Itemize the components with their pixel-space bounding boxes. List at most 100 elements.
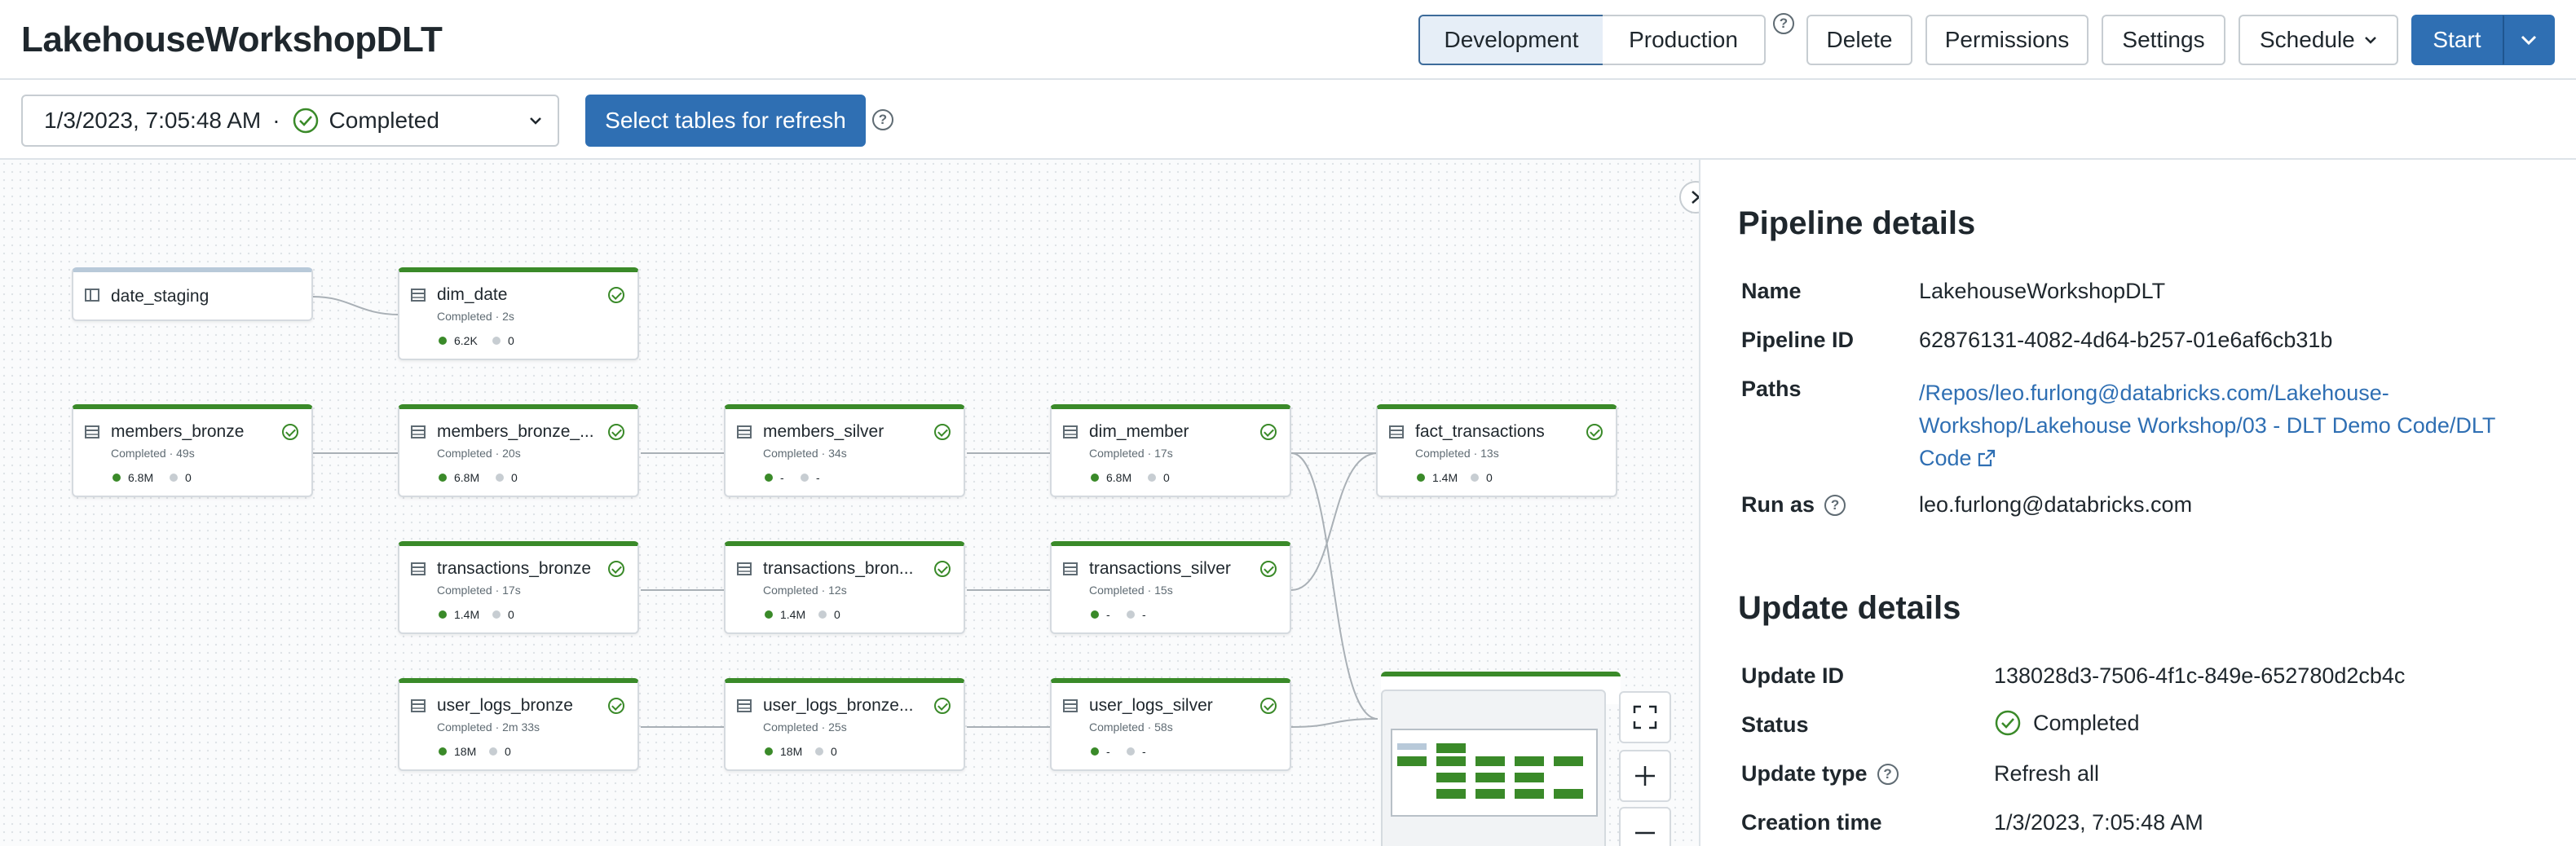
start-options-dropdown[interactable]: [2503, 15, 2555, 65]
minimap-node: [1475, 789, 1505, 799]
check-icon: [1586, 424, 1603, 440]
table-icon: [411, 699, 426, 712]
node-upserted: -: [1091, 745, 1110, 758]
dot-icon: [1091, 610, 1099, 619]
metric-value: -: [1142, 608, 1146, 621]
status-value: Completed: [2033, 710, 2140, 735]
check-icon: [1260, 561, 1277, 577]
check-icon: [934, 424, 951, 440]
pipeline-graph[interactable]: date_staging dim_date Completed · 2s 6.2…: [0, 160, 1699, 846]
minimap-node: [1436, 773, 1466, 782]
development-mode-button[interactable]: Development: [1418, 15, 1604, 65]
graph-node[interactable]: user_logs_bronze... Completed · 25s 18M …: [724, 678, 965, 771]
metric-value: -: [1142, 745, 1146, 758]
check-circle-icon: [1995, 710, 2021, 736]
check-circle-icon: [293, 108, 318, 134]
path-link[interactable]: /Repos/leo.furlong@databricks.com/Lakeho…: [1919, 377, 2495, 474]
check-icon: [608, 424, 624, 440]
zoom-in-button[interactable]: [1619, 750, 1671, 802]
dot-icon: [496, 474, 504, 482]
node-name: user_logs_bronze...: [763, 696, 914, 715]
metric-value: 18M: [780, 745, 803, 758]
dot-icon: [439, 337, 447, 345]
metric-value: -: [780, 471, 784, 484]
settings-button[interactable]: Settings: [2102, 15, 2225, 65]
graph-node[interactable]: user_logs_silver Completed · 58s - -: [1050, 678, 1291, 771]
delete-button[interactable]: Delete: [1806, 15, 1912, 65]
table-icon: [411, 562, 426, 575]
node-name: date_staging: [111, 287, 210, 306]
update-details-heading: Update details: [1738, 590, 1961, 626]
graph-node[interactable]: dim_member Completed · 17s 6.8M 0: [1050, 404, 1291, 497]
production-mode-button[interactable]: Production: [1603, 15, 1766, 65]
table-icon: [1063, 699, 1078, 712]
node-name: transactions_bronze: [437, 559, 592, 578]
node-dropped: 0: [492, 608, 514, 621]
minus-icon: [1635, 831, 1655, 835]
path-line: /Repos/leo.furlong@databricks.com/Lakeho…: [1919, 381, 2389, 405]
update-type-value: Refresh all: [1994, 761, 2100, 786]
minimap-node: [1397, 743, 1427, 750]
run-as-help-icon[interactable]: ?: [1824, 494, 1846, 516]
node-name: fact_transactions: [1415, 422, 1545, 441]
graph-node[interactable]: transactions_silver Completed · 15s - -: [1050, 541, 1291, 634]
table-icon: [1063, 562, 1078, 575]
dot-icon: [818, 610, 827, 619]
check-icon: [1260, 698, 1277, 714]
graph-node[interactable]: user_logs_bronze Completed · 2m 33s 18M …: [398, 678, 639, 771]
schedule-button[interactable]: Schedule: [2239, 15, 2398, 65]
node-upserted: 6.8M: [1091, 471, 1131, 484]
graph-node[interactable]: fact_transactions Completed · 13s 1.4M 0: [1376, 404, 1617, 497]
path-line: Workshop/Lakehouse Workshop/03 - DLT Dem…: [1919, 413, 2496, 438]
mode-help-icon[interactable]: ?: [1773, 13, 1794, 34]
graph-node[interactable]: members_bronze_... Completed · 20s 6.8M …: [398, 404, 639, 497]
dot-icon: [1091, 747, 1099, 756]
dot-icon: [1091, 474, 1099, 482]
refresh-help-icon[interactable]: ?: [872, 109, 893, 130]
graph-node[interactable]: dim_date Completed · 2s 6.2K 0: [398, 267, 639, 360]
start-button[interactable]: Start: [2411, 15, 2503, 65]
graph-node[interactable]: date_staging: [72, 267, 313, 321]
dot-icon: [1148, 474, 1156, 482]
node-dropped: 0: [1471, 471, 1493, 484]
graph-node[interactable]: members_bronze Completed · 49s 6.8M 0: [72, 404, 313, 497]
metric-value: 0: [1163, 471, 1170, 484]
graph-node[interactable]: transactions_bron... Completed · 12s 1.4…: [724, 541, 965, 634]
schedule-label: Schedule: [2260, 27, 2355, 52]
permissions-button[interactable]: Permissions: [1925, 15, 2089, 65]
dot-icon: [765, 474, 773, 482]
graph-node[interactable]: transactions_bronze Completed · 17s 1.4M…: [398, 541, 639, 634]
node-upserted: 1.4M: [765, 608, 805, 621]
path-line-wrap: Code: [1919, 442, 2495, 474]
pipeline-id-label: Pipeline ID: [1741, 328, 1855, 352]
zoom-out-button[interactable]: [1619, 807, 1671, 846]
dot-icon: [815, 747, 823, 756]
dot-icon: [112, 474, 121, 482]
minimap-node: [1515, 789, 1544, 799]
fit-view-button[interactable]: [1619, 691, 1671, 743]
dot-icon: [492, 337, 501, 345]
node-status: Completed · 2s: [437, 310, 514, 323]
node-name: members_bronze_...: [437, 422, 594, 441]
node-upserted: 6.2K: [439, 334, 478, 347]
run-as-label-wrap: Run as?: [1741, 492, 1846, 518]
select-tables-for-refresh-button[interactable]: Select tables for refresh: [585, 95, 866, 147]
update-type-label-wrap: Update type?: [1741, 761, 1899, 787]
node-name: user_logs_silver: [1089, 696, 1213, 715]
minimap[interactable]: [1381, 690, 1606, 846]
chevron-down-icon: [2521, 35, 2537, 46]
node-dropped: 0: [1148, 471, 1170, 484]
node-dropped: 0: [492, 334, 514, 347]
node-dropped: -: [1127, 745, 1146, 758]
dot-icon: [801, 474, 809, 482]
node-dropped: 0: [496, 471, 518, 484]
dot-icon: [765, 610, 773, 619]
node-name: dim_date: [437, 285, 508, 304]
graph-node[interactable]: members_silver Completed · 34s - -: [724, 404, 965, 497]
node-dropped: 0: [170, 471, 192, 484]
update-selector[interactable]: 1/3/2023, 7:05:48 AM · Completed: [21, 95, 559, 147]
update-type-help-icon[interactable]: ?: [1877, 763, 1899, 785]
check-icon: [1260, 424, 1277, 440]
creation-time-value: 1/3/2023, 7:05:48 AM: [1994, 810, 2203, 835]
minimap-node: [1515, 773, 1544, 782]
